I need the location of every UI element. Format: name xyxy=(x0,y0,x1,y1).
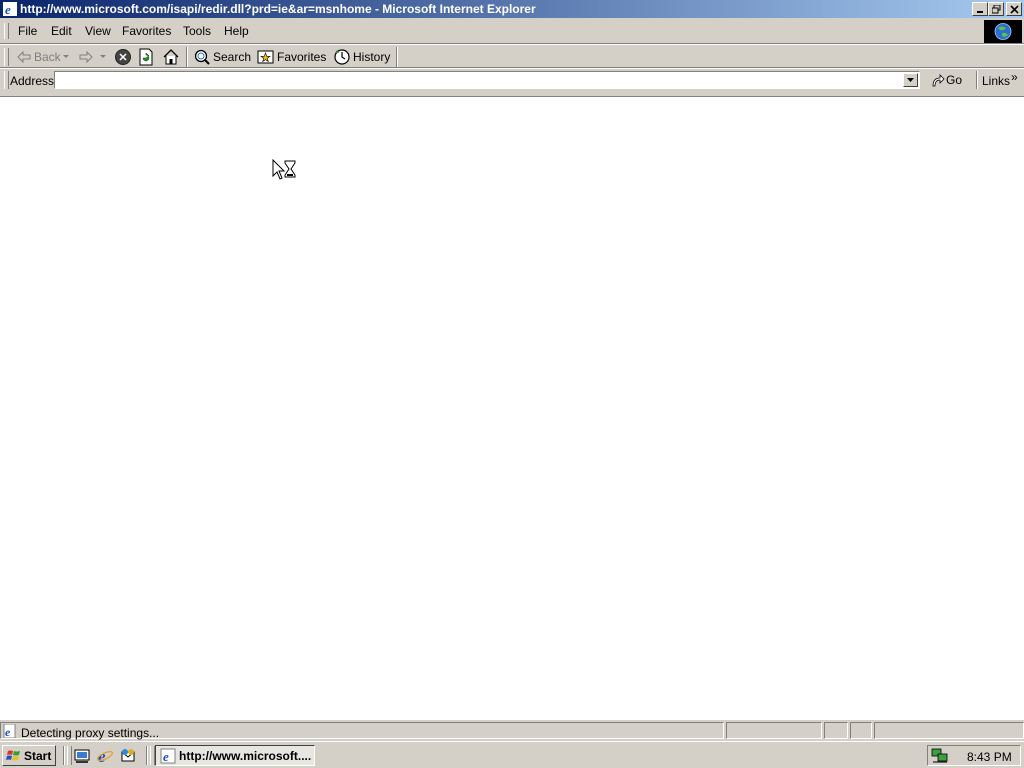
system-tray: 8:43 PM xyxy=(927,745,1021,766)
home-button[interactable] xyxy=(162,48,182,66)
menu-favorites[interactable]: Favorites xyxy=(122,24,171,38)
menu-bar: File Edit View Favorites Tools Help xyxy=(0,19,1024,43)
back-button[interactable]: Back xyxy=(16,48,61,66)
status-privacy-pane xyxy=(850,722,872,739)
taskbar-button-ie[interactable]: e http://www.microsoft.... xyxy=(155,745,315,766)
favorites-label: Favorites xyxy=(277,50,327,64)
forward-arrow-icon xyxy=(79,50,93,64)
status-progress-pane xyxy=(726,722,822,739)
outlook-express-icon[interactable] xyxy=(119,747,137,765)
minimize-icon xyxy=(977,11,983,13)
back-label: Back xyxy=(34,50,61,64)
search-button[interactable]: Search xyxy=(193,48,251,66)
taskbar-button-label: http://www.microsoft.... xyxy=(179,748,312,763)
refresh-button[interactable] xyxy=(138,48,156,66)
go-button[interactable]: Go xyxy=(930,72,962,88)
ie-window-icon: e xyxy=(160,748,176,764)
address-dropdown-button[interactable] xyxy=(903,73,918,87)
stop-button[interactable] xyxy=(114,48,134,66)
forward-dropdown[interactable] xyxy=(99,48,109,66)
menu-grip[interactable] xyxy=(4,23,9,39)
busy-cursor-icon xyxy=(272,159,296,180)
go-arrow-icon xyxy=(932,74,945,87)
window-title: http://www.microsoft.com/isapi/redir.dll… xyxy=(20,2,536,16)
clock[interactable]: 8:43 PM xyxy=(967,750,1012,764)
stop-icon xyxy=(115,49,131,65)
address-field[interactable] xyxy=(54,71,920,89)
favorites-button[interactable]: Favorites xyxy=(257,48,326,66)
minimize-button[interactable] xyxy=(972,2,988,16)
status-bar: e Detecting proxy settings... xyxy=(0,721,1024,740)
forward-button[interactable] xyxy=(78,48,96,66)
menu-tools[interactable]: Tools xyxy=(183,24,211,38)
toolbar-separator xyxy=(396,47,398,67)
address-label: Address xyxy=(10,74,55,88)
windows-logo-icon xyxy=(6,750,20,760)
quicklaunch-grip[interactable] xyxy=(67,746,72,765)
standard-toolbar: Back Search Favorites History xyxy=(0,45,1024,67)
menu-edit[interactable]: Edit xyxy=(51,24,72,38)
menu-help[interactable]: Help xyxy=(224,24,249,38)
chevron-down-icon xyxy=(100,55,106,58)
taskbar-separator xyxy=(63,746,65,765)
restore-icon xyxy=(992,5,1001,14)
toolbar-separator xyxy=(186,47,188,67)
taskbar-separator xyxy=(146,746,148,765)
taskbar: Start e e http://www.microsoft.... 8:43 … xyxy=(0,741,1024,768)
page-content[interactable] xyxy=(0,96,1024,720)
internet-explorer-icon[interactable]: e xyxy=(96,747,114,765)
home-icon xyxy=(163,49,179,65)
title-bar[interactable]: e http://www.microsoft.com/isapi/redir.d… xyxy=(0,0,1024,18)
ie-throbber-logo xyxy=(984,20,1022,43)
svg-text:e: e xyxy=(5,725,11,738)
address-grip[interactable] xyxy=(4,71,9,89)
search-icon xyxy=(194,49,210,65)
status-main-pane: e Detecting proxy settings... xyxy=(0,722,724,740)
show-desktop-icon[interactable] xyxy=(73,747,91,765)
chevron-down-icon xyxy=(907,78,914,82)
status-zone-pane xyxy=(874,722,1024,739)
svg-text:e: e xyxy=(163,749,169,764)
history-button[interactable]: History xyxy=(333,48,390,66)
history-icon xyxy=(334,49,350,65)
start-button[interactable]: Start xyxy=(2,745,56,766)
start-label: Start xyxy=(24,748,52,763)
go-label: Go xyxy=(946,73,963,87)
favorites-star-icon xyxy=(257,50,274,64)
network-icon[interactable] xyxy=(931,747,949,764)
history-label: History xyxy=(353,50,391,64)
status-text: Detecting proxy settings... xyxy=(21,726,160,740)
search-label: Search xyxy=(213,50,252,64)
ie-page-icon: e xyxy=(3,724,16,738)
restore-button[interactable] xyxy=(988,2,1004,16)
address-input[interactable] xyxy=(55,72,901,88)
menu-file[interactable]: File xyxy=(18,24,37,38)
close-button[interactable] xyxy=(1006,2,1022,16)
links-separator xyxy=(976,71,978,89)
chevron-down-icon xyxy=(63,55,69,58)
links-button[interactable]: Links xyxy=(982,74,1010,88)
close-icon xyxy=(1010,5,1019,14)
address-bar: Address Go Links » xyxy=(0,69,1024,93)
svg-text:e: e xyxy=(5,2,11,17)
links-chevron-icon[interactable]: » xyxy=(1011,70,1018,84)
back-dropdown[interactable] xyxy=(62,48,72,66)
toolbar-grip[interactable] xyxy=(4,48,9,66)
refresh-icon xyxy=(139,48,153,66)
globe-icon xyxy=(994,23,1012,40)
menu-view[interactable]: View xyxy=(85,24,111,38)
status-lock-pane xyxy=(824,722,848,739)
back-arrow-icon xyxy=(17,50,31,64)
ie-window-icon: e xyxy=(3,2,17,17)
